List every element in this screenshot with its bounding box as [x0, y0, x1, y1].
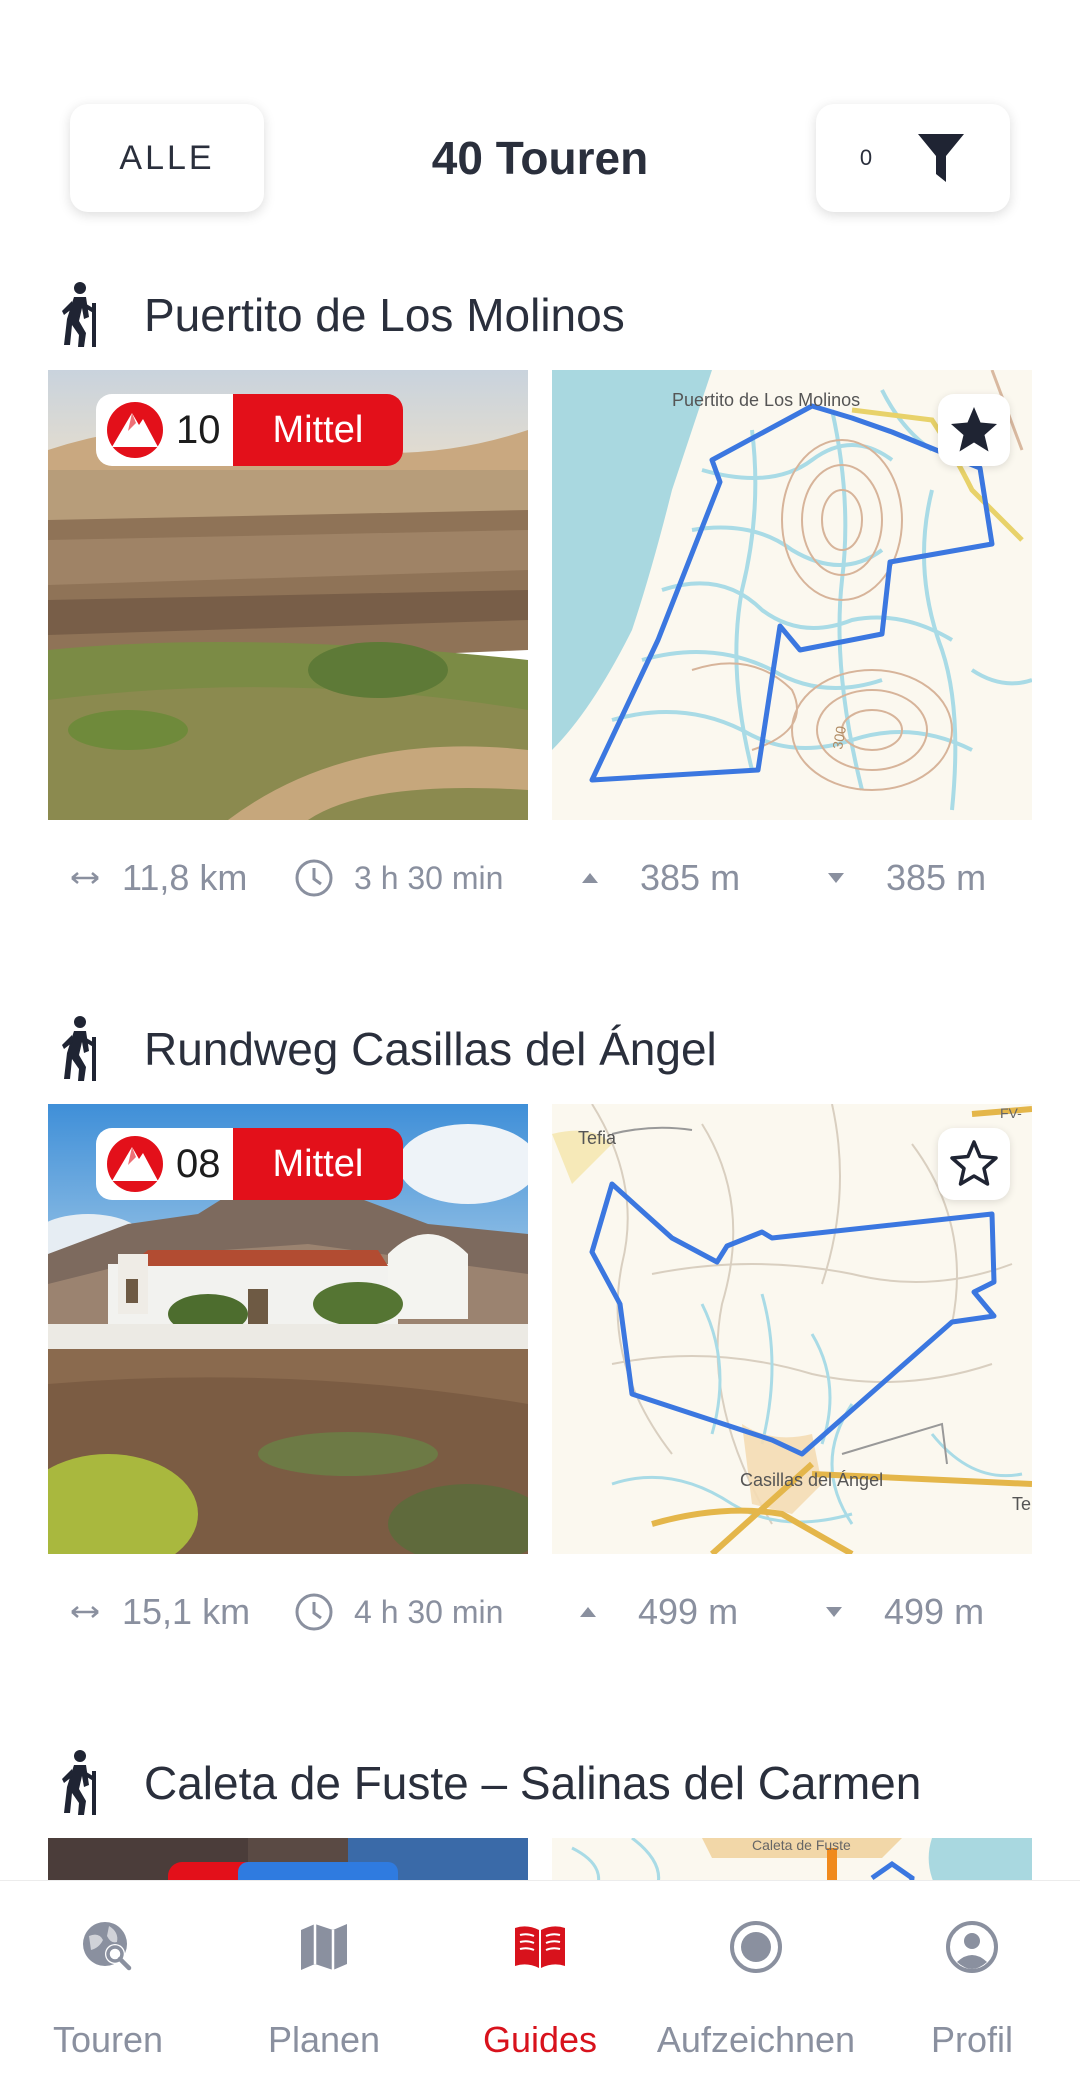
map-place-label: Caleta de Fuste — [752, 1838, 851, 1853]
nav-label: Guides — [482, 2019, 598, 2060]
descent-value: 499 m — [884, 1591, 985, 1632]
star-outline-icon — [950, 1140, 998, 1186]
tour-photo[interactable]: 10 Mittel — [48, 370, 528, 820]
mountain-logo-icon — [106, 1135, 164, 1193]
map-place-label: Puertito de Los Molinos — [672, 390, 860, 410]
hiking-icon — [58, 1749, 110, 1817]
nav-label: Aufzeichnen — [656, 2019, 856, 2060]
nav-item-planen[interactable]: Planen — [216, 1881, 432, 2075]
tour-map[interactable]: Tefia Casillas del Ángel FV- Te — [552, 1104, 1032, 1554]
difficulty-label: Mittel — [232, 1128, 404, 1200]
descent-stat: 385 m — [826, 840, 986, 916]
ascent-stat: 385 m — [580, 840, 740, 916]
rating-badge: 10 Mittel — [96, 394, 404, 466]
map-place-label: Te — [1012, 1494, 1031, 1514]
tour-photo[interactable]: 08 Mittel — [48, 1104, 528, 1554]
tour-map[interactable]: Puertito de Los Molinos 300 — [552, 370, 1032, 820]
star-filled-icon — [951, 407, 997, 452]
rating-value: 08 — [176, 1141, 221, 1186]
nav-item-guides[interactable]: Guides — [432, 1881, 648, 2075]
book-icon — [515, 1926, 565, 1968]
favorite-button[interactable] — [938, 394, 1010, 466]
descent-value: 385 m — [886, 857, 987, 898]
tour-heading: Rundweg Casillas del Ángel — [58, 1014, 717, 1084]
difficulty-label: Mittel — [232, 394, 404, 466]
all-button[interactable]: ALLE — [70, 104, 264, 212]
filter-button[interactable]: 0 — [816, 104, 1010, 212]
filter-icon — [916, 132, 966, 184]
nav-item-profil[interactable]: Profil — [864, 1881, 1080, 2075]
distance-value: 15,1 km — [122, 1591, 251, 1632]
tour-stats: 11,8 km 3 h 30 min 385 m 385 m — [0, 840, 1080, 916]
nav-label: Touren — [52, 2019, 164, 2060]
map-icon — [301, 1924, 347, 1970]
tour-title[interactable]: Puertito de Los Molinos — [144, 288, 625, 342]
rating-value: 10 — [176, 407, 221, 452]
map-road-label: FV- — [1000, 1105, 1022, 1121]
tour-heading: Puertito de Los Molinos — [58, 280, 625, 350]
descent-icon — [826, 1607, 842, 1617]
nav-label: Profil — [930, 2019, 1014, 2060]
tour-title[interactable]: Caleta de Fuste – Salinas del Carmen — [144, 1756, 921, 1810]
clock-icon — [295, 859, 333, 897]
duration-stat: 3 h 30 min — [294, 840, 503, 916]
distance-arrows-icon — [71, 1606, 99, 1618]
tour-heading: Caleta de Fuste – Salinas del Carmen — [58, 1748, 921, 1818]
distance-stat: 15,1 km — [70, 1574, 250, 1650]
ascent-value: 385 m — [640, 857, 741, 898]
filter-count: 0 — [859, 145, 873, 170]
page: ALLE 40 Touren 0 Puertito de Los Molinos — [0, 0, 1080, 2075]
bottom-navigation: Touren Planen Guides Aufzeichnen Profil — [0, 1880, 1080, 2075]
descent-icon — [828, 873, 844, 883]
distance-value: 11,8 km — [122, 857, 248, 898]
distance-arrows-icon — [71, 872, 99, 884]
duration-stat: 4 h 30 min — [294, 1574, 503, 1650]
rating-badge: 08 Mittel — [96, 1128, 404, 1200]
list-header: ALLE 40 Touren 0 — [0, 104, 1080, 212]
globe-search-icon — [83, 1922, 132, 1971]
ascent-stat: 499 m — [578, 1574, 738, 1650]
nav-item-aufzeichnen[interactable]: Aufzeichnen — [648, 1881, 864, 2075]
tour-stats: 15,1 km 4 h 30 min 499 m 499 m — [0, 1574, 1080, 1650]
favorite-button[interactable] — [938, 1128, 1010, 1200]
map-place-label: Casillas del Ángel — [740, 1470, 883, 1490]
descent-stat: 499 m — [824, 1574, 984, 1650]
duration-value: 3 h 30 min — [354, 859, 504, 896]
map-place-label: Tefia — [578, 1128, 617, 1148]
nav-item-touren[interactable]: Touren — [0, 1881, 216, 2075]
distance-stat: 11,8 km — [70, 840, 247, 916]
duration-value: 4 h 30 min — [354, 1593, 504, 1630]
clock-icon — [295, 1593, 333, 1631]
page-title: 40 Touren — [431, 132, 649, 184]
hiking-icon — [58, 281, 110, 349]
ascent-value: 499 m — [638, 1591, 739, 1632]
nav-label: Planen — [267, 2019, 381, 2060]
profile-icon — [946, 1921, 998, 1973]
ascent-icon — [582, 873, 598, 883]
record-icon — [730, 1921, 782, 1973]
hiking-icon — [58, 1015, 110, 1083]
ascent-icon — [580, 1607, 596, 1617]
mountain-logo-icon — [106, 401, 164, 459]
tour-title[interactable]: Rundweg Casillas del Ángel — [144, 1022, 717, 1076]
